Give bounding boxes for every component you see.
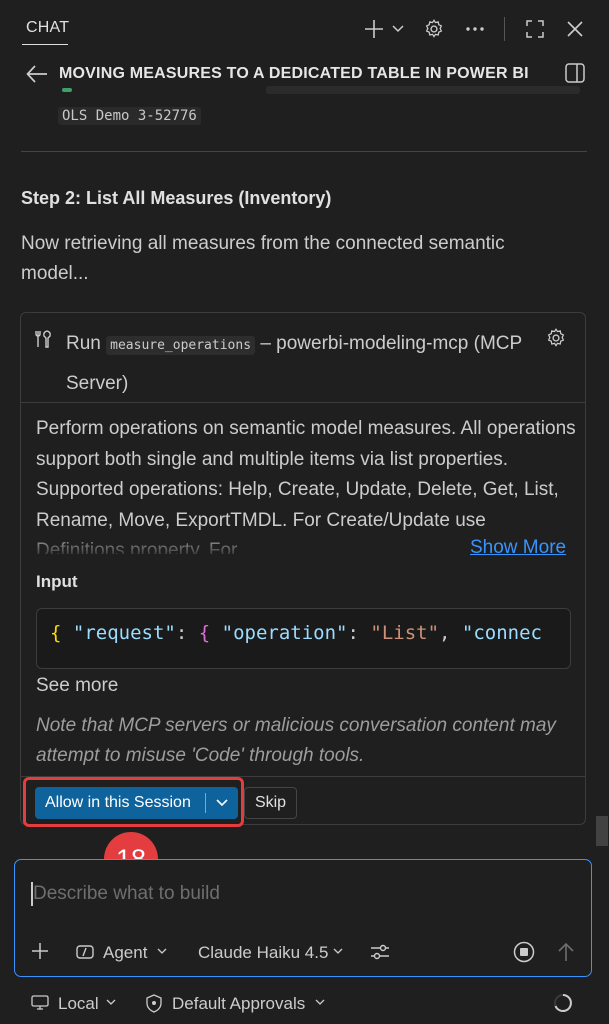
add-context-icon[interactable] [29,940,51,962]
configure-tools-icon[interactable] [368,940,392,964]
new-chat-icon[interactable] [361,16,387,42]
more-actions-icon[interactable] [462,16,488,42]
see-more-link[interactable]: See more [36,675,118,697]
chat-input-placeholder[interactable]: Describe what to build [33,883,220,905]
run-label: Run [66,333,101,354]
stop-generation-icon[interactable] [512,940,536,964]
agent-mode-icon [75,942,95,962]
context-chip: OLS Demo 3-52776 [58,107,201,125]
header-separator [504,17,505,41]
back-arrow-icon[interactable] [24,61,50,87]
step-paragraph: Now retrieving all measures from the con… [21,233,505,284]
location-selector[interactable]: Local [58,994,99,1014]
input-code-block[interactable]: { "request": { "operation": "List", "con… [36,608,571,669]
show-more-link[interactable]: Show More [470,537,566,559]
input-code-line: { "request": { "operation": "List", "con… [50,622,542,644]
approvals-selector[interactable]: Default Approvals [172,994,305,1014]
location-chevron-icon[interactable] [106,999,116,1006]
chat-session-title: MOVING MEASURES TO A DEDICATED TABLE IN … [59,65,529,82]
code-colon: : [347,622,371,644]
annotation-highlight-box [23,777,244,827]
security-note: Note that MCP servers or malicious conve… [36,715,556,766]
previous-status-indicator [62,88,72,92]
previous-code-fragment [266,86,580,94]
settings-gear-icon[interactable] [421,16,447,42]
new-chat-dropdown-chevron-icon[interactable] [390,20,406,38]
code-comma: , [439,622,462,644]
model-chevron-icon[interactable] [333,948,343,955]
close-icon[interactable] [562,16,588,42]
code-colon: : [175,622,199,644]
code-key-request: "request" [72,622,176,644]
code-brace-nested: { [198,622,211,644]
scrollbar-thumb[interactable] [596,816,608,846]
code-brace-open: { [50,622,62,644]
skip-button[interactable]: Skip [244,787,297,819]
code-key-operation: "operation" [221,622,348,644]
tool-run-line: Run measure_operations – powerbi-modelin… [66,325,526,403]
approvals-chevron-icon[interactable] [315,999,325,1006]
description-fade [30,530,470,558]
card-header-divider [21,402,585,403]
code-value-list: "List" [370,622,440,644]
model-selector[interactable]: Claude Haiku 4.5 [198,943,328,963]
agent-mode-chevron-icon[interactable] [157,948,167,955]
input-label: Input [36,572,78,591]
section-divider [21,151,587,152]
step-heading: Step 2: List All Measures (Inventory) [21,188,332,208]
code-key-connection: "connec [461,622,542,644]
toggle-sidebar-icon[interactable] [562,60,588,86]
local-computer-icon [30,993,50,1013]
chat-header: CHAT [0,0,609,56]
maximize-icon[interactable] [522,16,548,42]
tool-settings-gear-icon[interactable] [544,326,568,350]
shield-icon [144,992,164,1014]
send-arrow-icon[interactable] [555,940,577,964]
agent-mode-selector[interactable]: Agent [103,943,147,963]
chat-tab-underline [22,44,68,45]
tools-icon [33,328,55,350]
tool-name: measure_operations [106,336,256,355]
loading-spinner-icon [552,992,574,1014]
chat-tab[interactable]: CHAT [26,19,69,37]
